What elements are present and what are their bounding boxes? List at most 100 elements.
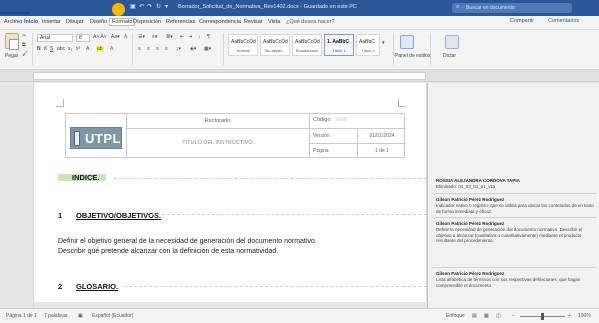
shading-icon[interactable]: ◈▾ bbox=[190, 46, 196, 52]
section-1-body-line-2[interactable]: Describir qué pretende alcanzar con la d… bbox=[58, 248, 278, 255]
highlight-icon[interactable]: ab bbox=[96, 46, 104, 52]
align-center-icon[interactable]: ≡ bbox=[147, 46, 150, 52]
sort-icon[interactable]: ↕ bbox=[198, 34, 201, 40]
ruler-track bbox=[33, 72, 426, 80]
styles-pane-icon[interactable] bbox=[400, 35, 414, 49]
clear-format-icon[interactable]: A bbox=[124, 34, 127, 40]
subscript-icon[interactable]: x₂ bbox=[68, 46, 72, 52]
line-spacing-icon[interactable]: ↨▾ bbox=[176, 46, 181, 52]
style-heading-2[interactable]: AaBbC Título 2 bbox=[356, 34, 380, 56]
zoom-out-icon[interactable]: − bbox=[512, 313, 515, 319]
section-1-body-line-1[interactable]: Definir el objetivo general de la necesi… bbox=[58, 238, 317, 245]
comment-text[interactable]: Eliminado: 01_03_01_n1_v1s bbox=[436, 184, 594, 190]
align-left-icon[interactable]: ≡ bbox=[138, 46, 141, 52]
title-bar: ▣ ↶ ↷ ↻ ▾ Borrador_Solicitud_de_Normativ… bbox=[0, 0, 599, 16]
comment-author[interactable]: Gilson Patricio Pérez Rodríguez bbox=[436, 197, 504, 202]
align-right-icon[interactable]: ≡ bbox=[156, 46, 159, 52]
section-2-heading[interactable]: GLOSARIO. bbox=[76, 282, 118, 291]
read-mode-icon[interactable]: ▤ bbox=[472, 313, 477, 319]
comment-connector bbox=[403, 214, 427, 215]
superscript-icon[interactable]: x² bbox=[76, 46, 80, 52]
search-input[interactable]: Buscar en documento bbox=[452, 3, 572, 13]
refresh-icon[interactable]: ↻ bbox=[156, 3, 161, 10]
header-version-date: 01/01/2024 bbox=[358, 129, 406, 144]
ribbon-divider bbox=[132, 33, 133, 65]
dictate-icon[interactable] bbox=[445, 35, 459, 49]
cut-icon[interactable]: ✂ bbox=[22, 33, 26, 39]
borders-icon[interactable]: ▦▾ bbox=[204, 46, 211, 52]
comment-text[interactable]: Indicador nativo o registro, que se util… bbox=[436, 203, 594, 214]
tab-vista[interactable]: Vista bbox=[268, 19, 280, 25]
word-count[interactable]: 7 palabras bbox=[44, 313, 67, 319]
index-heading[interactable]: INDICE. bbox=[72, 173, 100, 182]
justify-icon[interactable]: ≡ bbox=[165, 46, 168, 52]
style-preview: AaBbCcDd bbox=[231, 39, 256, 45]
customize-icon[interactable]: ▾ bbox=[165, 3, 168, 10]
comment-connector bbox=[403, 286, 427, 287]
comment-author[interactable]: Gilson Patricio Pérez Rodríguez bbox=[436, 221, 504, 226]
print-layout-icon[interactable]: ▦ bbox=[484, 313, 489, 319]
italic-icon[interactable]: K bbox=[44, 46, 47, 52]
numbering-icon[interactable]: ≡▾ bbox=[152, 34, 157, 40]
style-normal[interactable]: AaBbCcDd Normal bbox=[228, 34, 258, 56]
change-case-icon[interactable]: Aa▾ bbox=[111, 34, 120, 40]
text-effects-icon[interactable]: A bbox=[86, 46, 89, 52]
comment-text[interactable]: Definir la necesidad de generación del d… bbox=[436, 227, 594, 244]
redo-icon[interactable]: ↷ bbox=[147, 3, 152, 10]
tab-disposicion[interactable]: Disposición bbox=[133, 19, 161, 25]
save-icon[interactable]: ▣ bbox=[130, 3, 136, 10]
tab-archivo[interactable]: Archivo bbox=[4, 19, 22, 25]
tab-insertar[interactable]: Insertar bbox=[42, 19, 61, 25]
tab-correspondencia[interactable]: Correspondencia bbox=[199, 19, 241, 25]
comment-anchor-line bbox=[124, 286, 404, 287]
comment-author[interactable]: ROSSIA ALEJANDRA CORDOVA TAPIA bbox=[436, 178, 520, 183]
language-indicator[interactable]: Español (Ecuador) bbox=[92, 313, 133, 319]
underline-icon[interactable]: S bbox=[50, 46, 53, 52]
zoom-level[interactable]: 100% bbox=[578, 313, 591, 319]
style-header[interactable]: AaBbCcDd Encabezado bbox=[292, 34, 322, 56]
horizontal-ruler[interactable] bbox=[0, 70, 599, 82]
tell-me-box[interactable]: ¿Qué desea hacer? bbox=[286, 19, 335, 25]
page-count[interactable]: Página 1 de 1 bbox=[6, 313, 37, 319]
document-page[interactable]: UTPL Rectorado TÍTULO DEL INSTRUCTIVO Có… bbox=[33, 83, 428, 308]
format-painter-icon[interactable]: 🖌 bbox=[22, 51, 28, 57]
share-button[interactable]: Compartir bbox=[510, 18, 534, 24]
ribbon-tabs: Archivo Inicio Insertar Dibujar Diseño F… bbox=[0, 16, 599, 30]
increase-indent-icon[interactable]: ⇥ bbox=[188, 34, 192, 40]
zoom-in-icon[interactable]: + bbox=[568, 313, 571, 319]
tab-formato[interactable]: Formato bbox=[109, 18, 136, 26]
proofing-icon[interactable]: ▣ bbox=[78, 313, 83, 319]
margin-corner-mark bbox=[56, 99, 64, 107]
show-marks-icon[interactable]: ¶ bbox=[207, 34, 210, 40]
search-icon: ⌕ bbox=[456, 4, 460, 10]
comment-text[interactable]: Lista alfabética de términos con sus res… bbox=[436, 277, 594, 288]
font-name-select[interactable]: Arial bbox=[37, 34, 73, 42]
section-1-heading[interactable]: OBJETIVO/OBJETIVOS. bbox=[76, 211, 161, 220]
bold-icon[interactable]: N bbox=[37, 46, 41, 52]
web-layout-icon[interactable]: ◫ bbox=[496, 313, 501, 319]
tab-dibujar[interactable]: Dibujar bbox=[66, 19, 83, 25]
comment-author[interactable]: Gilson Patricio Pérez Rodríguez bbox=[436, 271, 504, 276]
strikethrough-icon[interactable]: abc bbox=[57, 46, 65, 52]
tab-inicio[interactable]: Inicio bbox=[24, 19, 38, 25]
undo-icon[interactable]: ↶ bbox=[139, 3, 144, 10]
style-heading-1[interactable]: 1. AaBbC Título 1 bbox=[324, 34, 354, 56]
style-no-spacing[interactable]: AaBbCcDd Sin espac... bbox=[260, 34, 290, 56]
grow-font-icon[interactable]: A˄ A˅ bbox=[93, 34, 107, 40]
font-color-icon[interactable]: A bbox=[110, 46, 113, 52]
tab-diseno[interactable]: Diseño bbox=[90, 19, 107, 25]
font-size-select[interactable]: 8 bbox=[76, 34, 90, 42]
tab-referencias[interactable]: Referencias bbox=[166, 19, 195, 25]
bullets-icon[interactable]: ☰▾ bbox=[138, 34, 145, 40]
focus-mode-button[interactable]: Enfoque bbox=[446, 313, 465, 319]
tab-revisar[interactable]: Revisar bbox=[244, 19, 263, 25]
zoom-slider-handle[interactable] bbox=[541, 313, 544, 320]
recording-indicator-icon[interactable] bbox=[112, 3, 125, 16]
comment-anchor-line bbox=[114, 178, 404, 179]
decrease-indent-icon[interactable]: ⇤ bbox=[180, 34, 184, 40]
styles-more-icon[interactable]: ▾ bbox=[382, 40, 385, 46]
multilevel-list-icon[interactable]: ≣▾ bbox=[166, 34, 173, 40]
comments-button[interactable]: Comentarios bbox=[548, 18, 579, 24]
paste-icon[interactable] bbox=[5, 33, 19, 50]
copy-icon[interactable]: ⧉ bbox=[22, 42, 26, 48]
